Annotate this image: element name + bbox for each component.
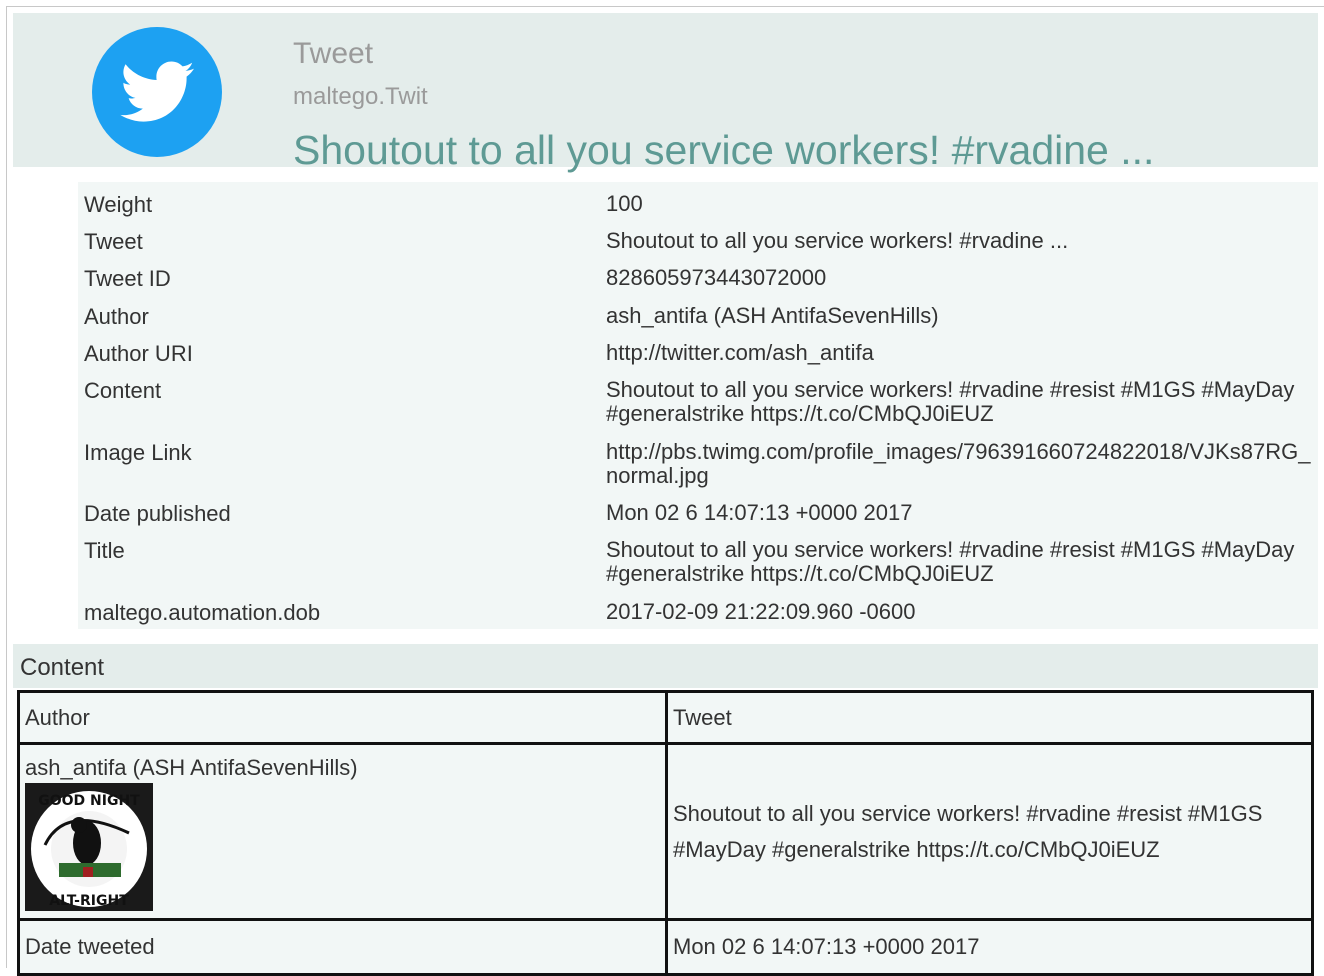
image-link[interactable]: http://pbs.twimg.com/profile_images/7963…	[606, 440, 1314, 488]
property-value: Mon 02 6 14:07:13 +0000 2017	[606, 500, 913, 525]
entity-value-title: Shoutout to all you service workers! #rv…	[293, 127, 1155, 173]
entity-header: Tweet maltego.Twit Shoutout to all you s…	[13, 13, 1318, 173]
table-row: ash_antifa (ASH AntifaSevenHills) GOOD N…	[17, 742, 1314, 921]
avatar-text-top: GOOD NIGHT	[38, 793, 140, 809]
property-key: Date published	[84, 501, 231, 526]
property-value: 2017-02-09 21:22:09.960 -0600	[606, 599, 916, 624]
property-key: maltego.automation.dob	[84, 600, 321, 625]
property-value: ash_antifa (ASH AntifaSevenHills)	[606, 303, 939, 328]
good-night-alt-right-icon: GOOD NIGHT ALT-RIGHT	[25, 783, 153, 911]
properties-table: Weight 100 Tweet Shoutout to all you ser…	[78, 182, 1318, 629]
avatar-text-bottom: ALT-RIGHT	[49, 893, 129, 909]
property-key: Author	[84, 304, 149, 329]
property-value: Shoutout to all you service workers! #rv…	[606, 537, 1295, 586]
property-key: Image Link	[84, 440, 192, 465]
date-label: Date tweeted	[17, 918, 668, 976]
property-key: Author URI	[84, 341, 193, 366]
column-header-tweet: Tweet	[665, 690, 1314, 745]
property-value: Shoutout to all you service workers! #rv…	[606, 228, 1069, 253]
table-row: Date tweeted Mon 02 6 14:07:13 +0000 201…	[17, 918, 1314, 976]
content-table: Author Tweet ash_antifa (ASH AntifaSeven…	[17, 690, 1314, 976]
property-key: Weight	[84, 192, 153, 217]
entity-class-label: maltego.Twit	[293, 83, 428, 110]
author-uri-link[interactable]: http://twitter.com/ash_antifa	[606, 341, 1314, 365]
property-key: Tweet	[84, 229, 143, 254]
author-avatar: GOOD NIGHT ALT-RIGHT	[25, 783, 153, 911]
date-value: Mon 02 6 14:07:13 +0000 2017	[665, 918, 1314, 976]
property-value: Shoutout to all you service workers! #rv…	[606, 377, 1295, 426]
table-header-row: Author Tweet	[17, 690, 1314, 745]
property-value: 828605973443072000	[606, 265, 827, 290]
property-key: Title	[84, 538, 125, 563]
twitter-bird-icon	[92, 27, 222, 157]
tweet-cell: Shoutout to all you service workers! #rv…	[665, 742, 1314, 921]
author-cell: ash_antifa (ASH AntifaSevenHills) GOOD N…	[17, 742, 668, 921]
section-title: Content	[20, 654, 105, 681]
column-header-author: Author	[17, 690, 668, 745]
author-name: ash_antifa (ASH AntifaSevenHills)	[25, 755, 358, 780]
content-section-header: Content	[13, 644, 1318, 688]
property-key: Tweet ID	[84, 266, 171, 291]
entity-type-label: Tweet	[293, 37, 374, 70]
property-key: Content	[84, 378, 162, 403]
property-value: 100	[606, 191, 643, 216]
